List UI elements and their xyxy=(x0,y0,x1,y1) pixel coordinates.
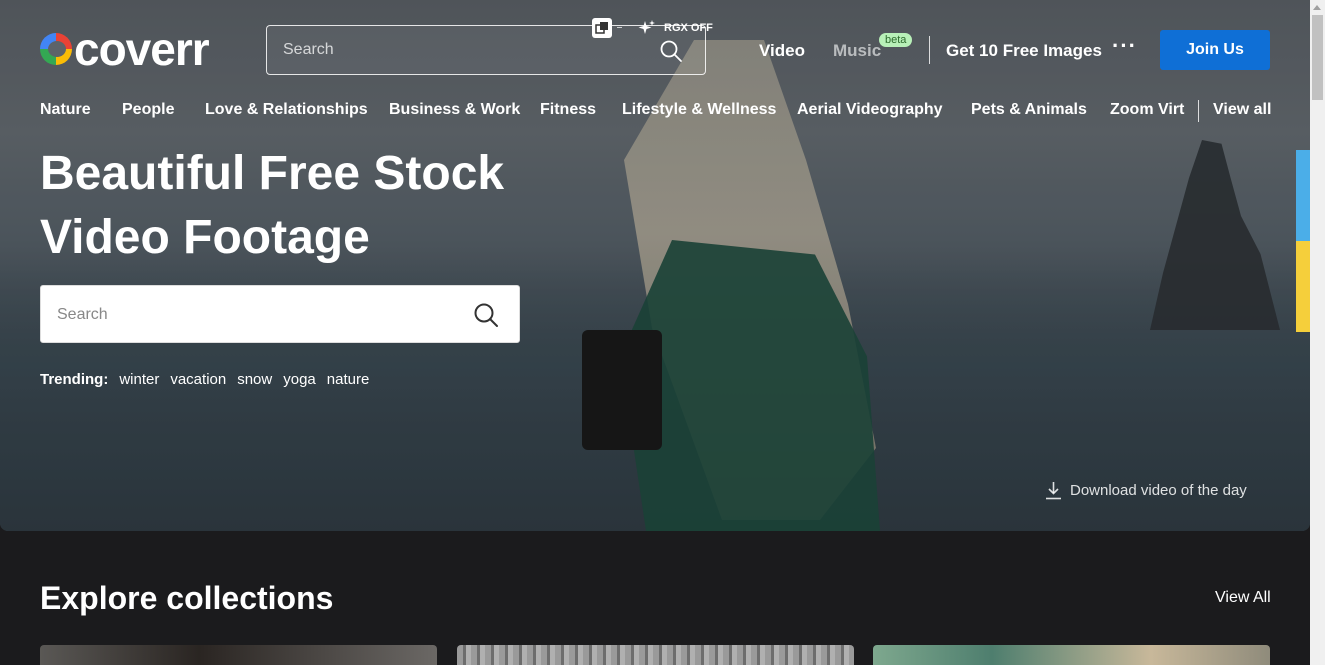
hero-title-line-1: Beautiful Free Stock xyxy=(40,147,505,200)
scroll-up-arrow-icon[interactable] xyxy=(1313,5,1321,10)
category-divider xyxy=(1198,100,1199,122)
hero-search-input[interactable] xyxy=(57,303,457,327)
category-fitness[interactable]: Fitness xyxy=(540,101,596,119)
download-label: Download video of the day xyxy=(1070,482,1247,499)
vertical-scrollbar[interactable] xyxy=(1310,0,1325,665)
coverr-logo[interactable]: coverr xyxy=(40,23,210,75)
scroll-thumb[interactable] xyxy=(1312,15,1323,100)
hero-search xyxy=(40,285,520,343)
nav-divider xyxy=(929,36,930,64)
trending-tags: Trending: winter vacation snow yoga natu… xyxy=(40,371,369,388)
trending-tag-snow[interactable]: snow xyxy=(237,371,272,388)
category-pets-animals[interactable]: Pets & Animals xyxy=(971,101,1087,119)
page: coverr RGX OFF Video Music beta Get 10 F… xyxy=(0,0,1325,665)
collections-view-all-link[interactable]: View All xyxy=(1215,589,1271,607)
trending-tag-winter[interactable]: winter xyxy=(119,371,159,388)
download-icon xyxy=(1046,482,1061,500)
search-icon[interactable] xyxy=(473,302,499,328)
search-icon[interactable] xyxy=(659,39,683,63)
nav-free-images[interactable]: Get 10 Free Images xyxy=(946,41,1102,61)
download-video-of-day-link[interactable]: Download video of the day xyxy=(1045,481,1247,500)
category-people[interactable]: People xyxy=(122,101,174,119)
collection-card[interactable] xyxy=(457,645,854,665)
rgx-label: RGX OFF xyxy=(664,22,713,34)
categories-view-all[interactable]: View all xyxy=(1213,101,1271,119)
rgx-toggle[interactable]: RGX OFF xyxy=(638,19,713,37)
nav-music[interactable]: Music xyxy=(833,41,881,61)
category-nature[interactable]: Nature xyxy=(40,101,91,119)
collection-card[interactable] xyxy=(873,645,1270,665)
trending-tag-vacation[interactable]: vacation xyxy=(170,371,226,388)
collection-card[interactable] xyxy=(40,645,437,665)
logo-text: coverr xyxy=(74,23,210,75)
side-accent-yellow xyxy=(1296,241,1310,332)
collections-title: Explore collections xyxy=(40,580,334,616)
category-zoom-virtual[interactable]: Zoom Virt xyxy=(1110,101,1184,119)
more-menu-icon[interactable]: ··· xyxy=(1112,35,1137,57)
category-lifestyle-wellness[interactable]: Lifestyle & Wellness xyxy=(622,101,776,119)
beta-badge: beta xyxy=(879,33,913,47)
join-us-button[interactable]: Join Us xyxy=(1160,30,1270,70)
side-accent-blue xyxy=(1296,150,1310,241)
header-search-input[interactable] xyxy=(283,38,643,62)
sparkle-icon xyxy=(638,20,655,34)
hero-title: Beautiful Free Stock Video Footage xyxy=(40,142,540,270)
trending-tag-yoga[interactable]: yoga xyxy=(283,371,316,388)
logo-mark-icon xyxy=(40,33,72,65)
hero-title-line-2: Video Footage xyxy=(40,211,370,264)
category-aerial-videography[interactable]: Aerial Videography xyxy=(797,101,943,119)
trending-label: Trending: xyxy=(40,371,109,388)
nav-video[interactable]: Video xyxy=(759,41,805,61)
category-business-work[interactable]: Business & Work xyxy=(389,101,520,119)
trending-tag-nature[interactable]: nature xyxy=(327,371,370,388)
extension-icon[interactable] xyxy=(592,18,612,38)
category-love-relationships[interactable]: Love & Relationships xyxy=(205,101,368,119)
